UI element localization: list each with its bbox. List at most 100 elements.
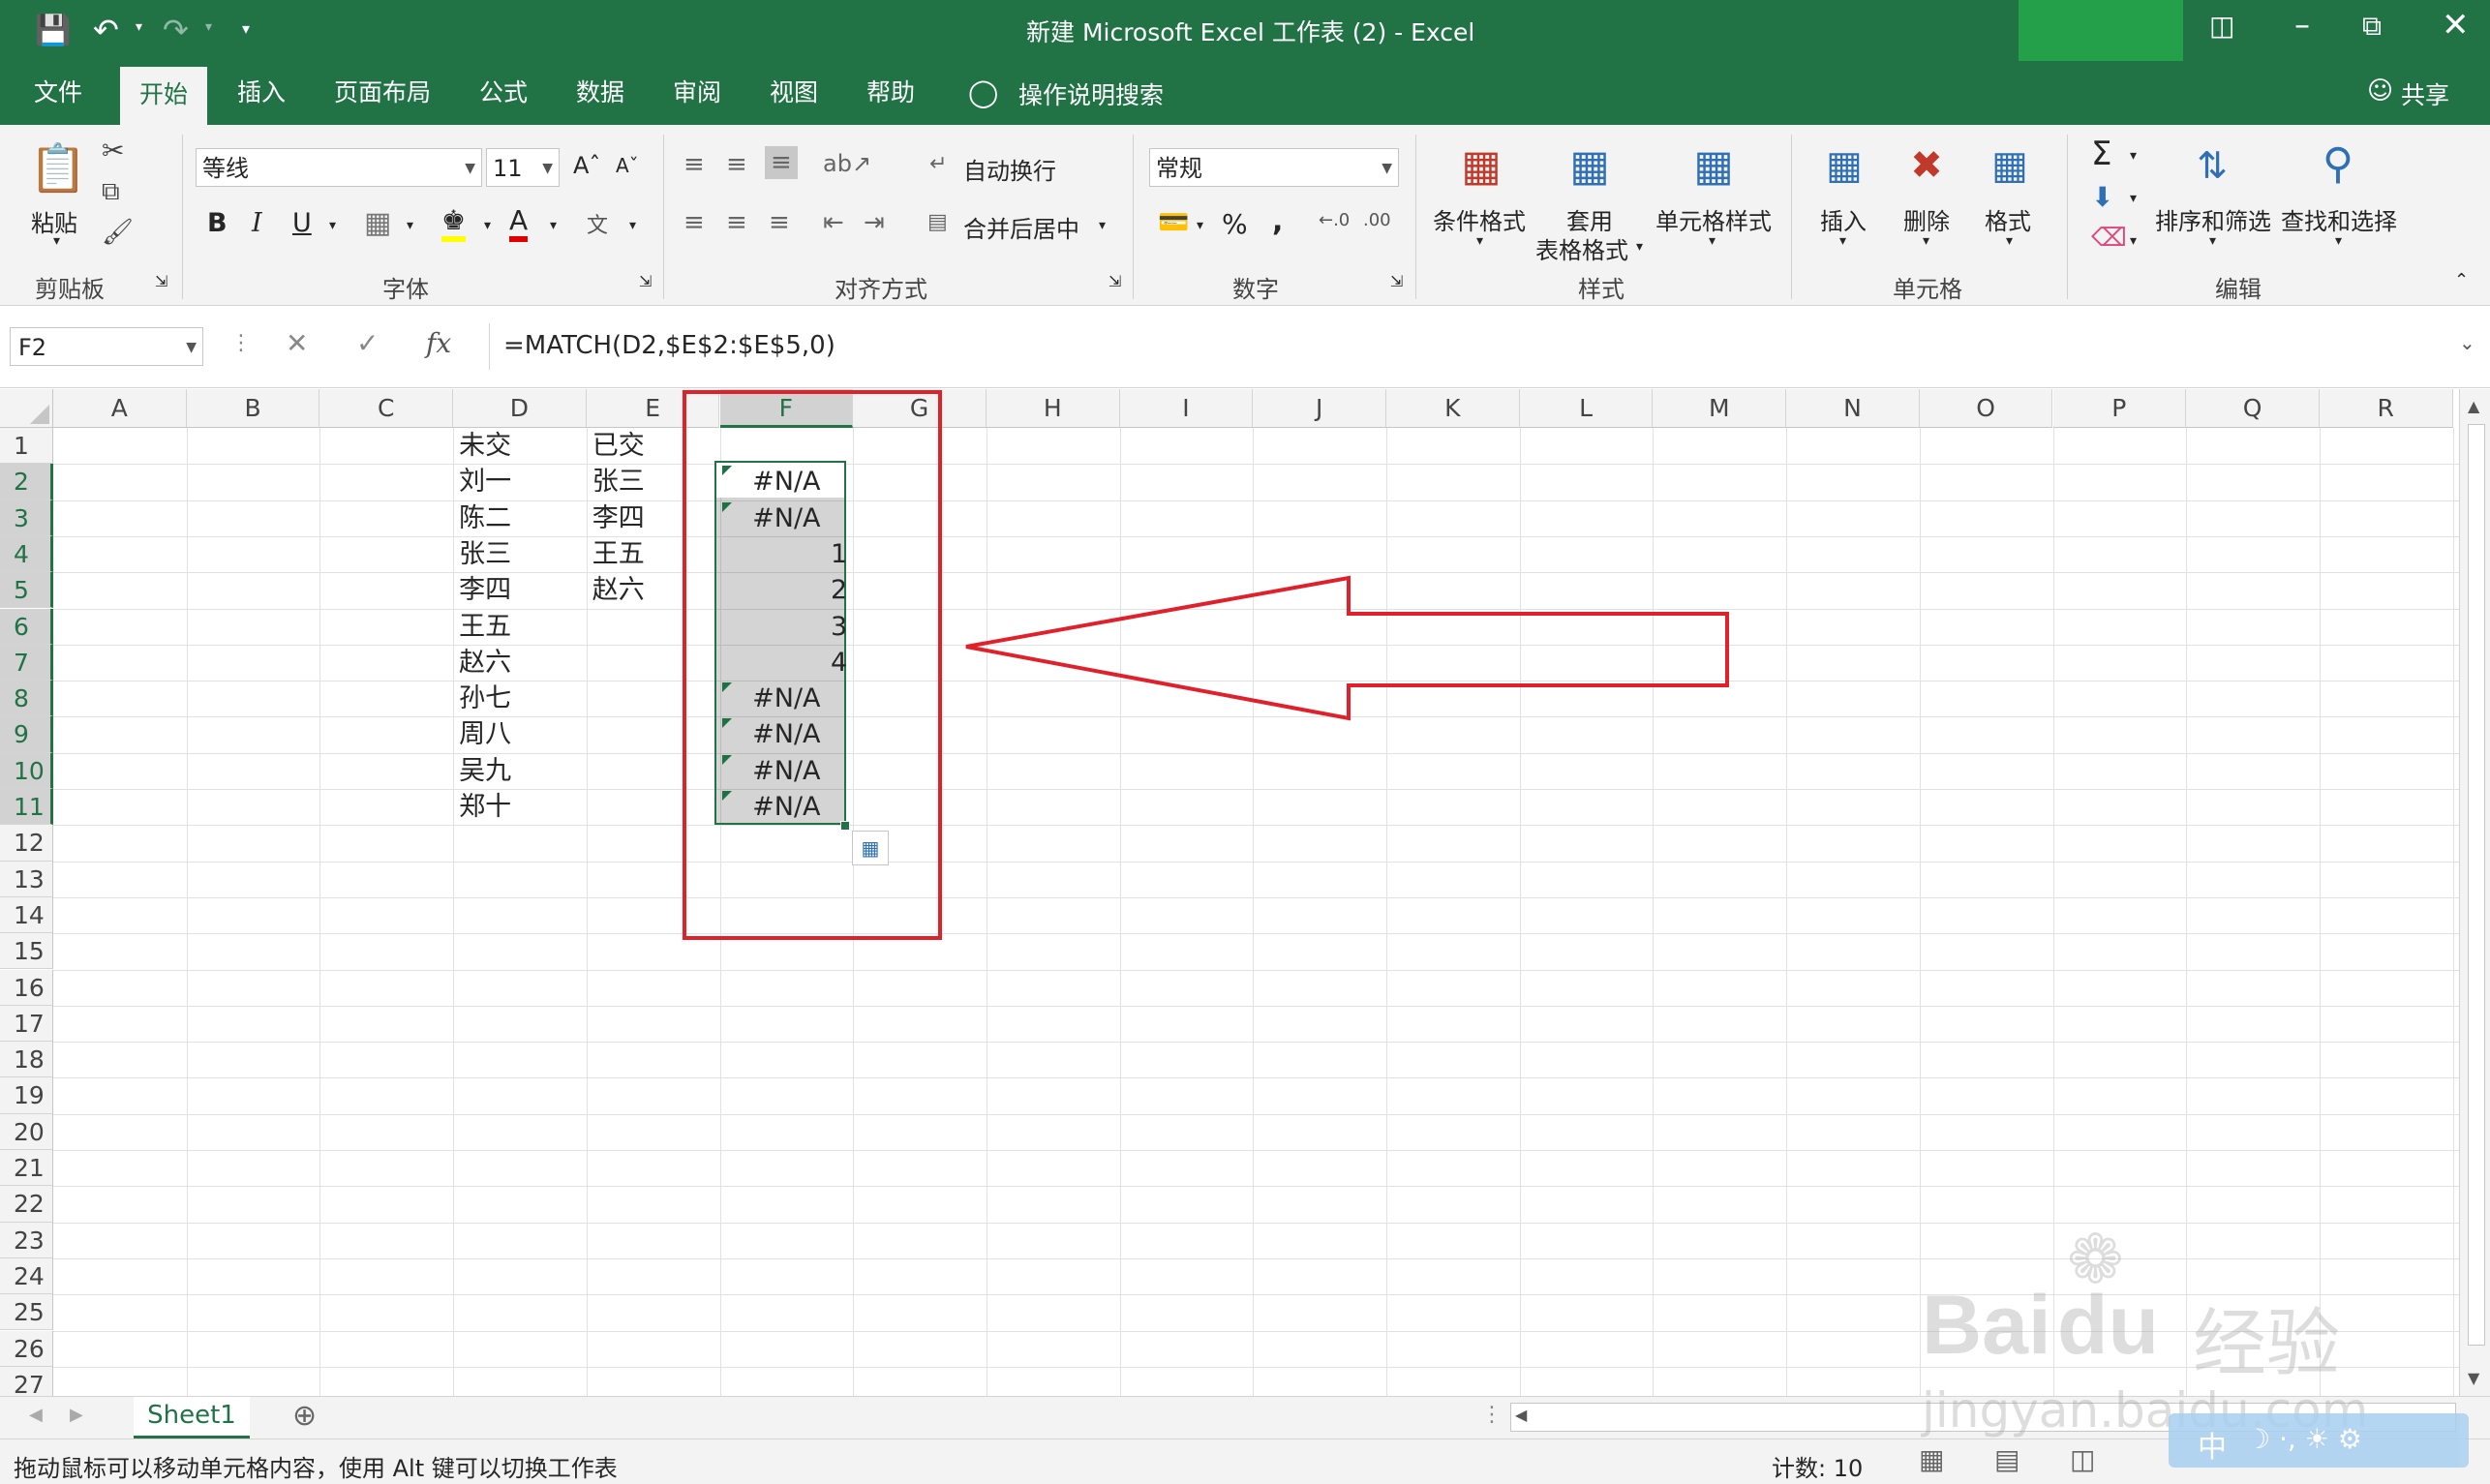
scroll-thumb[interactable]	[2468, 424, 2485, 1346]
insert-function-button[interactable]: fx	[426, 327, 451, 359]
redo-dropdown-icon[interactable]: ▾	[205, 19, 212, 35]
cell-d2[interactable]: 刘一	[453, 464, 587, 500]
splitter-icon[interactable]: ⋮	[1481, 1403, 1503, 1427]
accounting-dropdown-icon[interactable]: ▾	[1197, 218, 1203, 233]
delete-cells-icon[interactable]: ✖	[1898, 136, 1956, 195]
error-indicator-icon[interactable]	[721, 501, 732, 512]
align-left-icon[interactable]: ≡	[683, 208, 705, 237]
scroll-left-icon[interactable]: ◀	[29, 1405, 43, 1425]
vertical-scrollbar[interactable]: ▲ ▼	[2459, 389, 2490, 1396]
column-header-c[interactable]: C	[319, 389, 454, 428]
tab-view[interactable]: 视图	[750, 61, 837, 125]
orientation-icon[interactable]: ab↗	[823, 150, 871, 177]
align-bottom-icon[interactable]: ≡	[765, 146, 798, 179]
phonetic-icon[interactable]: 文	[587, 208, 608, 239]
row-header-22[interactable]: 22	[0, 1186, 53, 1223]
row-header-15[interactable]: 15	[0, 933, 53, 970]
tab-help[interactable]: 帮助	[847, 61, 934, 125]
share-icon[interactable]: ☺	[2367, 76, 2393, 106]
expand-formula-icon[interactable]: ⌄	[2459, 331, 2475, 354]
underline-dropdown-icon[interactable]: ▾	[329, 218, 336, 233]
column-header-b[interactable]: B	[186, 389, 320, 428]
cell-styles-button[interactable]: 单元格样式	[1655, 202, 1772, 236]
cell-e4[interactable]: 王五	[587, 536, 720, 572]
scroll-up-icon[interactable]: ▲	[2468, 397, 2479, 415]
font-size-select[interactable]: 11 ▼	[486, 148, 560, 187]
cell-e5[interactable]: 赵六	[587, 572, 720, 608]
column-header-n[interactable]: N	[1786, 389, 1920, 428]
cell-d8[interactable]: 孙七	[453, 681, 587, 716]
share-button[interactable]: 共享	[2401, 76, 2449, 111]
align-top-icon[interactable]: ≡	[683, 150, 705, 179]
percent-button[interactable]: %	[1222, 208, 1248, 240]
select-all-corner[interactable]	[0, 389, 53, 428]
increase-indent-icon[interactable]: ⇥	[864, 208, 885, 237]
row-header-14[interactable]: 14	[0, 896, 53, 934]
tab-data[interactable]: 数据	[557, 61, 644, 125]
fill-color-icon[interactable]: ♚	[441, 204, 467, 242]
font-launcher-icon[interactable]: ⇲	[639, 272, 652, 290]
error-indicator-icon[interactable]	[721, 718, 732, 729]
tab-review[interactable]: 审阅	[653, 61, 741, 125]
merge-dropdown-icon[interactable]: ▾	[1099, 218, 1106, 233]
delete-cells-button[interactable]: 删除	[1903, 202, 1950, 236]
conditional-format-dropdown-icon[interactable]: ▾	[1476, 233, 1483, 249]
page-break-view-icon[interactable]: ◫	[2070, 1443, 2095, 1475]
increase-font-icon[interactable]: Aˆ	[573, 152, 600, 179]
find-select-icon[interactable]: ⚲	[2309, 135, 2367, 193]
column-header-l[interactable]: L	[1519, 389, 1654, 428]
align-right-icon[interactable]: ≡	[769, 208, 790, 237]
autosum-icon[interactable]: Σ	[2091, 135, 2111, 173]
alignment-launcher-icon[interactable]: ⇲	[1108, 272, 1121, 290]
row-header-5[interactable]: 5	[0, 572, 53, 609]
clear-dropdown-icon[interactable]: ▾	[2130, 233, 2137, 249]
autosum-dropdown-icon[interactable]: ▾	[2130, 148, 2137, 164]
cell-f10[interactable]: #N/A	[720, 753, 854, 789]
column-header-a[interactable]: A	[53, 389, 187, 428]
insert-cells-icon[interactable]: ▦	[1815, 136, 1873, 195]
insert-dropdown-icon[interactable]: ▾	[1839, 233, 1846, 249]
number-format-select[interactable]: 常规 ▼	[1149, 148, 1399, 187]
sort-filter-icon[interactable]: ⇅	[2183, 136, 2241, 195]
font-color-icon[interactable]: A	[509, 204, 529, 242]
row-header-11[interactable]: 11	[0, 789, 53, 826]
format-dropdown-icon[interactable]: ▾	[2006, 233, 2013, 249]
tab-insert[interactable]: 插入	[218, 61, 305, 125]
confirm-entry-icon[interactable]: ✓	[356, 327, 379, 359]
cell-f7[interactable]: 4	[720, 645, 854, 681]
ime-toolbar[interactable]: 中 ☽ ·, ☀ ⚙	[2169, 1413, 2469, 1468]
cell-f2[interactable]: #N/A	[720, 464, 854, 500]
tab-formulas[interactable]: 公式	[460, 61, 547, 125]
tab-file[interactable]: 文件	[15, 61, 102, 125]
paste-icon[interactable]: 📋	[29, 138, 87, 197]
font-color-dropdown-icon[interactable]: ▾	[550, 218, 557, 233]
format-painter-icon[interactable]: 🖌	[102, 218, 134, 247]
cell-f5[interactable]: 2	[720, 572, 854, 608]
phonetic-dropdown-icon[interactable]: ▾	[629, 218, 636, 233]
tab-home[interactable]: 开始	[120, 67, 208, 125]
cell-d5[interactable]: 李四	[453, 572, 587, 608]
sort-filter-button[interactable]: 排序和筛选	[2155, 202, 2271, 236]
row-header-3[interactable]: 3	[0, 500, 53, 536]
find-select-button[interactable]: 查找和选择	[2281, 202, 2397, 236]
save-icon[interactable]: 💾	[35, 14, 71, 47]
cell-e1[interactable]: 已交	[587, 428, 720, 464]
collapse-ribbon-icon[interactable]: ⌃	[2454, 270, 2469, 290]
cell-d7[interactable]: 赵六	[453, 645, 587, 681]
close-icon[interactable]: ✕	[2442, 6, 2470, 45]
row-header-6[interactable]: 6	[0, 608, 53, 645]
row-header-1[interactable]: 1	[0, 428, 53, 465]
cell-f11[interactable]: #N/A	[720, 789, 854, 825]
paste-dropdown-icon[interactable]: ▾	[53, 233, 60, 249]
cell-f4[interactable]: 1	[720, 536, 854, 572]
align-middle-icon[interactable]: ≡	[726, 150, 747, 179]
format-as-table-icon[interactable]: ▦	[1561, 136, 1619, 195]
clear-icon[interactable]: ⌫	[2091, 224, 2127, 253]
clipboard-launcher-icon[interactable]: ⇲	[155, 272, 167, 290]
conditional-format-icon[interactable]: ▦	[1452, 136, 1510, 195]
row-header-10[interactable]: 10	[0, 752, 53, 789]
find-dropdown-icon[interactable]: ▾	[2335, 233, 2342, 249]
row-header-23[interactable]: 23	[0, 1222, 53, 1258]
font-name-select[interactable]: 等线 ▼	[196, 148, 482, 187]
decrease-decimal-icon[interactable]: .00	[1363, 210, 1391, 230]
